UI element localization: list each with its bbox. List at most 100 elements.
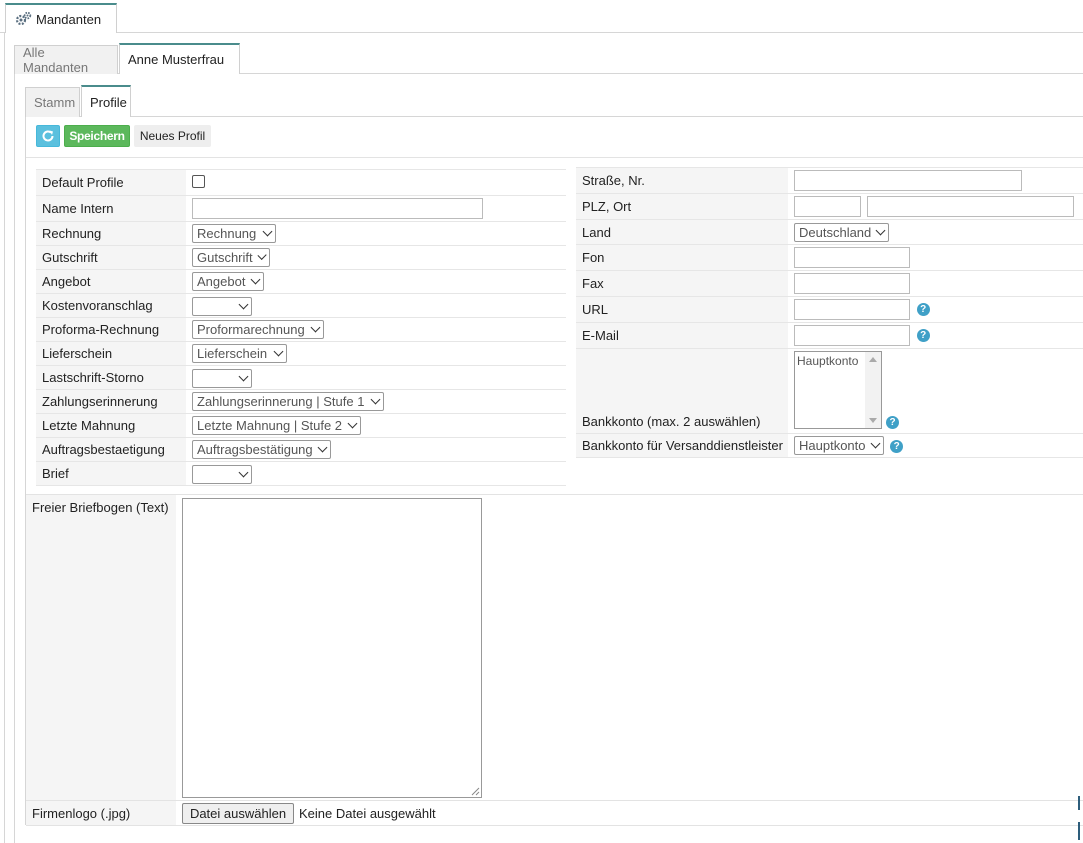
tab-profile-label: Profile bbox=[90, 94, 127, 110]
street-label: Straße, Nr. bbox=[576, 167, 788, 194]
chevron-down-icon bbox=[875, 225, 886, 235]
select-label: Kostenvoranschlag bbox=[36, 293, 186, 318]
select-label: Brief bbox=[36, 461, 186, 486]
email-help-icon[interactable]: ? bbox=[916, 329, 930, 342]
row-rechnung: Rechnung Rechnung bbox=[36, 221, 566, 246]
select-label: Lieferschein bbox=[36, 341, 186, 366]
tab-alle-mandanten[interactable]: Alle Mandanten bbox=[14, 45, 118, 75]
row-lastschrift-storno: Lastschrift-Storno bbox=[36, 365, 566, 390]
name-intern-label: Name Intern bbox=[36, 195, 186, 222]
document-template-select[interactable]: Auftragsbestätigung bbox=[192, 440, 331, 459]
save-button-label: Speichern bbox=[69, 129, 125, 143]
bankkonto-label: Bankkonto (max. 2 auswählen) bbox=[576, 348, 788, 434]
tab-mandanten[interactable]: Mandanten bbox=[5, 3, 117, 33]
new-profile-button-label: Neues Profil bbox=[139, 129, 206, 143]
listbox-scrollbar[interactable] bbox=[865, 352, 881, 428]
name-intern-input[interactable] bbox=[192, 198, 483, 219]
document-template-select[interactable]: Gutschrift bbox=[192, 248, 270, 267]
document-template-select[interactable]: Lieferschein bbox=[192, 344, 287, 363]
plz-input[interactable] bbox=[794, 196, 861, 217]
scroll-marker bbox=[1078, 796, 1080, 810]
chevron-down-icon bbox=[370, 394, 381, 405]
left-form-table: Default Profile Name Intern Rechnung Rech… bbox=[36, 169, 566, 486]
street-input[interactable] bbox=[794, 170, 1022, 191]
resize-grip-icon[interactable] bbox=[471, 787, 480, 796]
refresh-button[interactable] bbox=[36, 125, 60, 147]
chevron-down-icon bbox=[870, 438, 880, 449]
select-value: Zahlungserinnerung | Stufe 1 bbox=[197, 394, 365, 409]
row-letzte-mahnung: Letzte Mahnung Letzte Mahnung | Stufe 2 bbox=[36, 413, 566, 438]
row-url: URL ? bbox=[576, 296, 1083, 323]
new-profile-button[interactable]: Neues Profil bbox=[134, 125, 211, 147]
bankkonto-versand-value: Hauptkonto bbox=[799, 438, 866, 453]
chevron-down-icon bbox=[238, 467, 249, 478]
plz-ort-label: PLZ, Ort bbox=[576, 193, 788, 220]
bankkonto-versand-help-icon[interactable]: ? bbox=[890, 440, 904, 454]
document-template-select[interactable]: Rechnung bbox=[192, 224, 276, 243]
firmenlogo-label-cell: Firmenlogo (.jpg) bbox=[26, 801, 176, 825]
url-input[interactable] bbox=[794, 299, 910, 320]
bankkonto-versand-select[interactable]: Hauptkonto bbox=[794, 436, 884, 455]
document-template-select[interactable] bbox=[192, 465, 252, 485]
fon-input[interactable] bbox=[794, 247, 910, 268]
tab-stamm[interactable]: Stamm bbox=[25, 87, 80, 117]
select-label: Auftragsbestaetigung bbox=[36, 437, 186, 462]
top-tabbar-divider bbox=[0, 32, 1083, 33]
tab-alle-mandanten-label: Alle Mandanten bbox=[23, 45, 89, 75]
firmenlogo-label: Firmenlogo (.jpg) bbox=[32, 805, 131, 821]
row-plz-ort: PLZ, Ort bbox=[576, 193, 1083, 220]
save-button[interactable]: Speichern bbox=[64, 125, 130, 147]
row-bankkonto: Bankkonto (max. 2 auswählen) Hauptkonto … bbox=[576, 348, 1083, 434]
default-profile-checkbox[interactable] bbox=[192, 174, 205, 188]
fax-input[interactable] bbox=[794, 273, 910, 294]
bankkonto-help-icon[interactable]: ? bbox=[886, 416, 899, 429]
email-input[interactable] bbox=[794, 325, 910, 346]
land-label: Land bbox=[576, 219, 788, 245]
tab-anne-musterfrau[interactable]: Anne Musterfrau bbox=[119, 43, 240, 74]
row-street: Straße, Nr. bbox=[576, 167, 1083, 194]
select-value: Letzte Mahnung | Stufe 2 bbox=[197, 418, 343, 433]
select-label: Proforma-Rechnung bbox=[36, 317, 186, 342]
document-template-select[interactable] bbox=[192, 297, 252, 317]
land-select[interactable]: Deutschland bbox=[794, 222, 890, 242]
scroll-up-icon[interactable] bbox=[869, 357, 877, 362]
document-template-select[interactable]: Angebot bbox=[192, 272, 264, 291]
row-kostenvoranschlag: Kostenvoranschlag bbox=[36, 293, 566, 318]
url-label: URL bbox=[576, 296, 788, 323]
briefbogen-textarea[interactable] bbox=[182, 498, 482, 798]
select-label: Gutschrift bbox=[36, 245, 186, 270]
briefbogen-label: Freier Briefbogen (Text) bbox=[32, 500, 169, 515]
tab-mandanten-label: Mandanten bbox=[36, 11, 102, 27]
row-email: E-Mail ? bbox=[576, 322, 1083, 349]
select-label: Angebot bbox=[36, 269, 186, 294]
client-panel-border bbox=[14, 74, 15, 843]
document-template-select[interactable]: Zahlungserinnerung | Stufe 1 bbox=[192, 392, 384, 411]
default-profile-label: Default Profile bbox=[36, 169, 186, 196]
select-value: Angebot bbox=[197, 274, 246, 289]
url-help-icon[interactable]: ? bbox=[916, 303, 930, 316]
tab-profile[interactable]: Profile bbox=[81, 85, 131, 117]
row-fax: Fax bbox=[576, 270, 1083, 297]
document-template-select[interactable]: Letzte Mahnung | Stufe 2 bbox=[192, 416, 361, 435]
file-choose-button[interactable]: Datei auswählen bbox=[182, 803, 294, 824]
document-template-select[interactable] bbox=[192, 369, 252, 389]
row-brief: Brief bbox=[36, 461, 566, 486]
file-status-text: Keine Datei ausgewählt bbox=[299, 806, 436, 821]
right-form-table: Straße, Nr. PLZ, Ort Land Deutschland Fo… bbox=[576, 167, 1083, 458]
document-template-select[interactable]: Proformarechnung bbox=[192, 320, 324, 339]
row-auftragsbestaetigung: Auftragsbestaetigung Auftragsbestätigung bbox=[36, 437, 566, 462]
bottom-separator bbox=[26, 494, 1083, 495]
row-name-intern: Name Intern bbox=[36, 195, 566, 222]
select-label: Letzte Mahnung bbox=[36, 413, 186, 438]
row-bankkonto-versand: Bankkonto für Versanddienstleister Haupt… bbox=[576, 433, 1083, 458]
ort-input[interactable] bbox=[866, 196, 1074, 217]
land-select-value: Deutschland bbox=[799, 224, 872, 240]
scroll-down-icon[interactable] bbox=[869, 418, 877, 423]
scroll-marker-2 bbox=[1078, 822, 1080, 840]
chevron-down-icon bbox=[310, 322, 321, 333]
bankkonto-listbox[interactable]: Hauptkonto bbox=[794, 351, 882, 429]
email-label: E-Mail bbox=[576, 322, 788, 349]
chevron-down-icon bbox=[250, 274, 261, 285]
select-value: Rechnung bbox=[197, 226, 257, 241]
chevron-down-icon bbox=[262, 226, 273, 237]
